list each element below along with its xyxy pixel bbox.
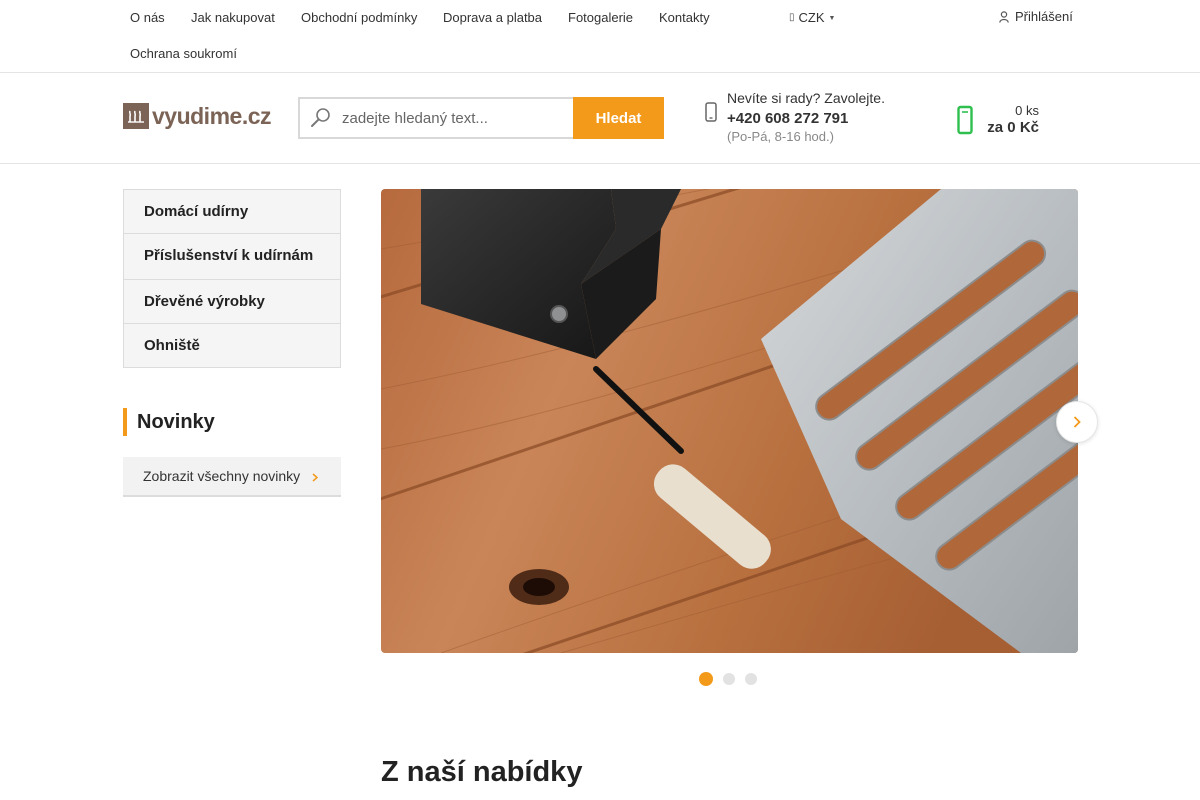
category-drevene-vyrobky[interactable]: Dřevěné výrobky xyxy=(124,280,340,324)
login-label: Přihlášení xyxy=(1015,9,1073,24)
site-logo[interactable]: vyudime.cz xyxy=(123,103,272,129)
chevron-right-icon xyxy=(1073,416,1081,428)
currency-label: CZK xyxy=(798,10,825,25)
cart-widget[interactable]: 0 ks za 0 Kč xyxy=(957,101,1039,141)
logo-icon xyxy=(123,103,149,129)
search-icon xyxy=(310,107,332,129)
slide-image xyxy=(381,189,1078,653)
contact-question: Nevíte si rady? Zavolejte. xyxy=(727,90,885,106)
contact-hours: (Po-Pá, 8-16 hod.) xyxy=(727,129,834,144)
sidebar: Domácí udírny Příslušenství k udírnám Dř… xyxy=(123,189,341,497)
phone-icon xyxy=(705,102,717,127)
site-header: vyudime.cz Hledat Nevíte si rady? Zavole… xyxy=(0,73,1200,164)
category-ohniste[interactable]: Ohniště xyxy=(124,324,340,367)
slider-dot-1[interactable] xyxy=(699,672,713,686)
nav-link-obchodni-podminky[interactable]: Obchodní podmínky xyxy=(301,10,417,25)
currency-dot-icon: ▯ xyxy=(789,12,795,23)
caret-down-icon: ▼ xyxy=(828,15,836,22)
contact-text: Nevíte si rady? Zavolejte. +420 608 272 … xyxy=(727,90,927,144)
logo-text: vyudime.cz xyxy=(152,103,272,129)
nav-link-fotogalerie[interactable]: Fotogalerie xyxy=(568,10,633,25)
slider-dot-2[interactable] xyxy=(723,673,735,685)
slider-next-button[interactable] xyxy=(1056,401,1098,443)
search-box xyxy=(298,97,573,139)
category-prislusenstvi[interactable]: Příslušenství k udírnám xyxy=(124,234,340,280)
hero-slider[interactable] xyxy=(381,189,1078,653)
all-news-label: Zobrazit všechny novinky xyxy=(143,468,301,484)
search-input[interactable] xyxy=(342,109,562,127)
cart-icon xyxy=(957,103,973,140)
chevron-right-icon xyxy=(312,469,319,485)
currency-selector[interactable]: ▯ CZK ▼ xyxy=(789,10,835,25)
category-domaci-udirny[interactable]: Domácí udírny xyxy=(124,190,340,234)
user-icon xyxy=(999,10,1009,23)
nav-link-jak-nakupovat[interactable]: Jak nakupovat xyxy=(191,10,275,25)
search-form: Hledat xyxy=(298,97,664,139)
login-link[interactable]: Přihlášení xyxy=(999,9,1073,24)
nav-link-kontakty[interactable]: Kontakty xyxy=(659,10,710,25)
offer-section-title: Z naší nabídky xyxy=(381,756,583,788)
top-bar: O nás Jak nakupovat Obchodní podmínky Do… xyxy=(0,0,1200,73)
nav-link-o-nas[interactable]: O nás xyxy=(130,10,165,25)
cart-price: za 0 Kč xyxy=(987,119,1039,136)
search-button[interactable]: Hledat xyxy=(573,97,664,139)
nav-link-ochrana-soukromi[interactable]: Ochrana soukromí xyxy=(130,46,237,61)
nav-link-doprava-a-platba[interactable]: Doprava a platba xyxy=(443,10,542,25)
contact-phone-number[interactable]: +420 608 272 791 xyxy=(727,110,927,127)
slider-dot-3[interactable] xyxy=(745,673,757,685)
category-menu: Domácí udírny Příslušenství k udírnám Dř… xyxy=(123,189,341,368)
cart-count: 0 ks xyxy=(1015,103,1039,118)
slider-pagination xyxy=(699,672,757,686)
all-news-button[interactable]: Zobrazit všechny novinky xyxy=(123,457,341,497)
news-heading: Novinky xyxy=(123,408,341,436)
